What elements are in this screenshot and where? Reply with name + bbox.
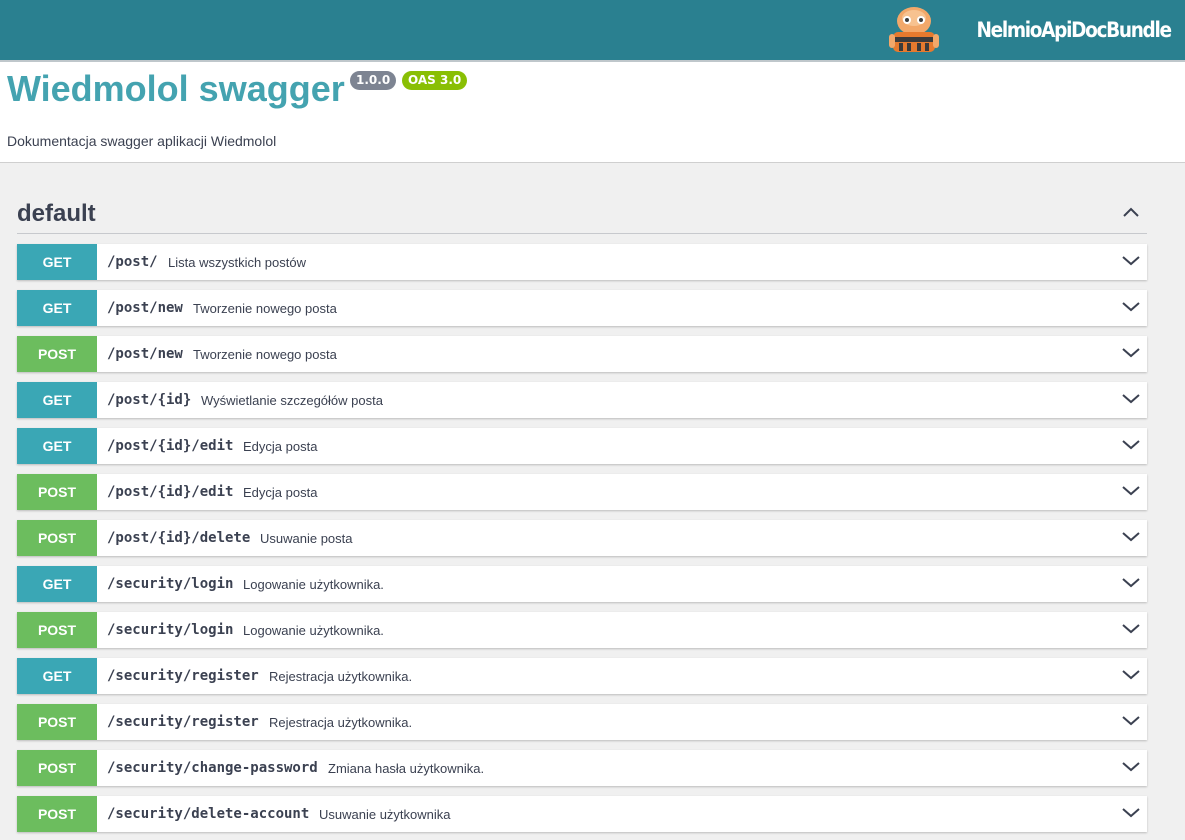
version-badge: 1.0.0: [350, 71, 397, 90]
api-title: Wiedmolol swagger: [7, 68, 345, 109]
operation-summary: Tworzenie nowego posta: [193, 347, 337, 362]
chevron-down-icon[interactable]: [1121, 573, 1141, 593]
operation-summary: Lista wszystkich postów: [168, 255, 306, 270]
operation-summary: Rejestracja użytkownika.: [269, 669, 413, 684]
operation-row[interactable]: POST/security/login Logowanie użytkownika…: [17, 612, 1147, 648]
operation-path: /security/login: [107, 622, 234, 638]
operation-path: /post/{id}: [107, 392, 192, 408]
method-badge: POST: [17, 336, 97, 372]
operation-summary: Rejestracja użytkownika.: [269, 715, 413, 730]
operation-row[interactable]: POST/post/{id}/delete Usuwanie posta: [17, 520, 1147, 556]
operation-row[interactable]: POST/security/register Rejestracja użytko…: [17, 704, 1147, 740]
operation-row[interactable]: GET/post/{id} Wyświetlanie szczegółów pos…: [17, 382, 1147, 418]
operation-row[interactable]: GET/post/Lista wszystkich postów: [17, 244, 1147, 280]
operation-path: /security/change-password: [107, 760, 318, 776]
operation-row[interactable]: POST/security/change-password Zmiana hasł…: [17, 750, 1147, 786]
operation-path: /post/: [107, 254, 158, 270]
operation-summary: Edycja posta: [243, 485, 318, 500]
method-badge: GET: [17, 658, 97, 694]
operation-summary: Logowanie użytkownika.: [243, 623, 384, 638]
method-badge: GET: [17, 382, 97, 418]
operation-path: /post/{id}/delete: [107, 530, 251, 546]
method-badge: GET: [17, 428, 97, 464]
operation-summary: Usuwanie posta: [260, 531, 353, 546]
operation-summary: Wyświetlanie szczegółów posta: [201, 393, 383, 408]
method-badge: POST: [17, 796, 97, 832]
operations-section: default GET/post/Lista wszystkich postów…: [0, 163, 1185, 840]
chevron-down-icon[interactable]: [1121, 527, 1141, 547]
method-badge: GET: [17, 290, 97, 326]
chevron-down-icon[interactable]: [1121, 297, 1141, 317]
method-badge: POST: [17, 612, 97, 648]
chevron-down-icon[interactable]: [1121, 665, 1141, 685]
operation-summary: Tworzenie nowego posta: [193, 301, 337, 316]
chevron-down-icon[interactable]: [1121, 711, 1141, 731]
operation-path: /security/login: [107, 576, 234, 592]
method-badge: POST: [17, 750, 97, 786]
operation-row[interactable]: POST/security/delete-account Usuwanie uży…: [17, 796, 1147, 832]
top-bar: NelmioApiDocBundle: [0, 0, 1185, 62]
operation-row[interactable]: GET/security/login Logowanie użytkownika.: [17, 566, 1147, 602]
chevron-down-icon[interactable]: [1121, 389, 1141, 409]
operation-summary: Usuwanie użytkownika: [319, 807, 451, 822]
operation-summary: Zmiana hasła użytkownika.: [328, 761, 485, 776]
operation-path: /security/register: [107, 668, 259, 684]
chevron-down-icon[interactable]: [1121, 757, 1141, 777]
chevron-down-icon[interactable]: [1121, 435, 1141, 455]
brand-name: NelmioApiDocBundle: [976, 18, 1173, 42]
collapse-tag-button[interactable]: [1117, 200, 1145, 224]
chevron-down-icon[interactable]: [1121, 803, 1141, 823]
operation-path: /post/{id}/edit: [107, 484, 234, 500]
api-info: Wiedmolol swagger 1.0.0 OAS 3.0 Dokument…: [0, 62, 1185, 163]
operation-path: /post/new: [107, 346, 183, 362]
operation-row[interactable]: POST/post/new Tworzenie nowego posta: [17, 336, 1147, 372]
operation-path: /post/new: [107, 300, 183, 316]
method-badge: POST: [17, 704, 97, 740]
operation-path: /security/register: [107, 714, 259, 730]
tag-header-default[interactable]: default: [17, 188, 1147, 234]
api-description: Dokumentacja swagger aplikacji Wiedmolol: [7, 133, 277, 149]
operation-row[interactable]: POST/post/{id}/edit Edycja posta: [17, 474, 1147, 510]
brand[interactable]: NelmioApiDocBundle: [888, 0, 1173, 60]
operation-row[interactable]: GET/post/{id}/edit Edycja posta: [17, 428, 1147, 464]
method-badge: POST: [17, 520, 97, 556]
chevron-down-icon[interactable]: [1121, 619, 1141, 639]
oas-badge: OAS 3.0: [402, 71, 468, 90]
chevron-down-icon[interactable]: [1121, 343, 1141, 363]
operation-row[interactable]: GET/post/new Tworzenie nowego posta: [17, 290, 1147, 326]
tag-name: default: [17, 200, 96, 227]
chevron-up-icon: [1123, 207, 1139, 217]
chevron-down-icon[interactable]: [1121, 481, 1141, 501]
operation-row[interactable]: GET/security/register Rejestracja użytkow…: [17, 658, 1147, 694]
operation-summary: Logowanie użytkownika.: [243, 577, 384, 592]
method-badge: GET: [17, 244, 97, 280]
nelmio-logo-icon: [889, 7, 940, 52]
operation-path: /post/{id}/edit: [107, 438, 234, 454]
operation-path: /security/delete-account: [107, 806, 310, 822]
chevron-down-icon[interactable]: [1121, 251, 1141, 271]
method-badge: GET: [17, 566, 97, 602]
operation-summary: Edycja posta: [243, 439, 318, 454]
method-badge: POST: [17, 474, 97, 510]
